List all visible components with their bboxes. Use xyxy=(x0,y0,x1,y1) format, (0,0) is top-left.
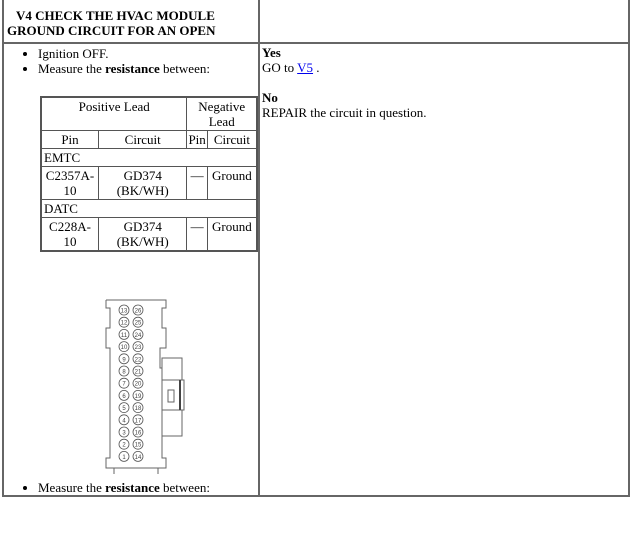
circuit-header: Circuit xyxy=(206,130,258,149)
step-title-line1: V4 CHECK THE HVAC MODULE xyxy=(16,8,215,23)
pos-circuit-cell: GD374 (BK/WH) xyxy=(97,217,188,252)
measure-bold: resistance xyxy=(105,480,160,495)
negative-lead-header: Negative Lead xyxy=(186,96,258,131)
table-row: C2357A-10 GD374 (BK/WH) — Ground xyxy=(40,166,258,200)
neg-pin-cell: — xyxy=(186,166,208,200)
pos-pin-cell: C228A-10 xyxy=(40,217,99,252)
connector-pin-label: 13 xyxy=(121,309,128,315)
connector-pin-label: 21 xyxy=(135,370,142,376)
connector-outline-left xyxy=(105,300,115,474)
instruction-list: Ignition OFF. Measure the resistance bet… xyxy=(4,46,258,76)
step-title: V4 CHECK THE HVAC MODULE GROUND CIRCUIT … xyxy=(4,0,258,42)
measure-suffix: between: xyxy=(159,480,210,495)
connector-pin-label: 23 xyxy=(135,345,142,351)
connector-pin-label: 10 xyxy=(121,345,128,351)
connector-pin-label: 26 xyxy=(135,309,142,315)
connector-pin-label: 17 xyxy=(135,418,142,424)
latch-upper xyxy=(161,357,183,381)
table-row: C228A-10 GD374 (BK/WH) — Ground xyxy=(40,217,258,252)
connector-pin-label: 15 xyxy=(135,443,142,449)
instructions-cell: Ignition OFF. Measure the resistance bet… xyxy=(2,42,260,497)
connector-pin-label: 14 xyxy=(135,455,142,461)
section-row: EMTC xyxy=(40,148,258,167)
section-row: DATC xyxy=(40,199,258,218)
no-label: No xyxy=(262,90,278,105)
connector-pin-label: 16 xyxy=(135,431,142,437)
measure-suffix: between: xyxy=(159,61,210,76)
connector-pin-label: 11 xyxy=(121,333,128,339)
measure-bold: resistance xyxy=(105,61,160,76)
circuit-header: Circuit xyxy=(97,130,188,149)
pos-pin-cell: C2357A-10 xyxy=(40,166,99,200)
connector-pin-label: 18 xyxy=(135,406,142,412)
connector-pin-label: 19 xyxy=(135,394,142,400)
yes-action: GO to V5 . xyxy=(262,60,626,75)
latch-lower xyxy=(161,409,183,437)
neg-circuit-cell: Ground xyxy=(206,217,258,252)
no-action: REPAIR the circuit in question. xyxy=(262,105,427,120)
pin-header: Pin xyxy=(186,130,208,149)
neg-pin-cell: — xyxy=(186,217,208,252)
neg-circuit-cell: Ground xyxy=(206,166,258,200)
connector-pin-label: 20 xyxy=(135,382,142,388)
connector-pin-label: 22 xyxy=(135,357,142,363)
pin-table: Positive Lead Negative Lead Pin Circuit … xyxy=(40,96,258,252)
positive-lead-header: Positive Lead xyxy=(40,96,188,131)
connector-pin-label: 12 xyxy=(121,321,128,327)
measure-prefix: Measure the xyxy=(38,61,106,76)
connector-diagram: 1312111098765432126252423222120191817161… xyxy=(105,299,185,474)
pin-header: Pin xyxy=(40,130,99,149)
instruction-item: Measure the resistance between: xyxy=(38,480,258,495)
measure-prefix: Measure the xyxy=(38,480,106,495)
pos-circuit-cell: GD374 (BK/WH) xyxy=(97,166,188,200)
instruction-list-2: Measure the resistance between: xyxy=(4,480,258,495)
connector-pin-label: 25 xyxy=(135,321,142,327)
instruction-item: Ignition OFF. xyxy=(38,46,258,61)
v5-link[interactable]: V5 xyxy=(297,60,313,75)
diagnostic-step-table: V4 CHECK THE HVAC MODULE GROUND CIRCUIT … xyxy=(2,0,630,497)
step-header-cell: V4 CHECK THE HVAC MODULE GROUND CIRCUIT … xyxy=(2,0,260,44)
step-title-line2: GROUND CIRCUIT FOR AN OPEN xyxy=(7,23,216,38)
yes-label: Yes xyxy=(262,45,281,60)
yes-text: GO to xyxy=(262,60,298,75)
header-right-cell xyxy=(258,0,630,44)
latch-tab xyxy=(167,389,175,403)
results-cell: Yes GO to V5 . No REPAIR the circuit in … xyxy=(258,42,630,497)
connector-pin-label: 24 xyxy=(135,333,142,339)
instruction-item: Measure the resistance between: xyxy=(38,61,258,76)
yes-suffix: . xyxy=(313,60,320,75)
